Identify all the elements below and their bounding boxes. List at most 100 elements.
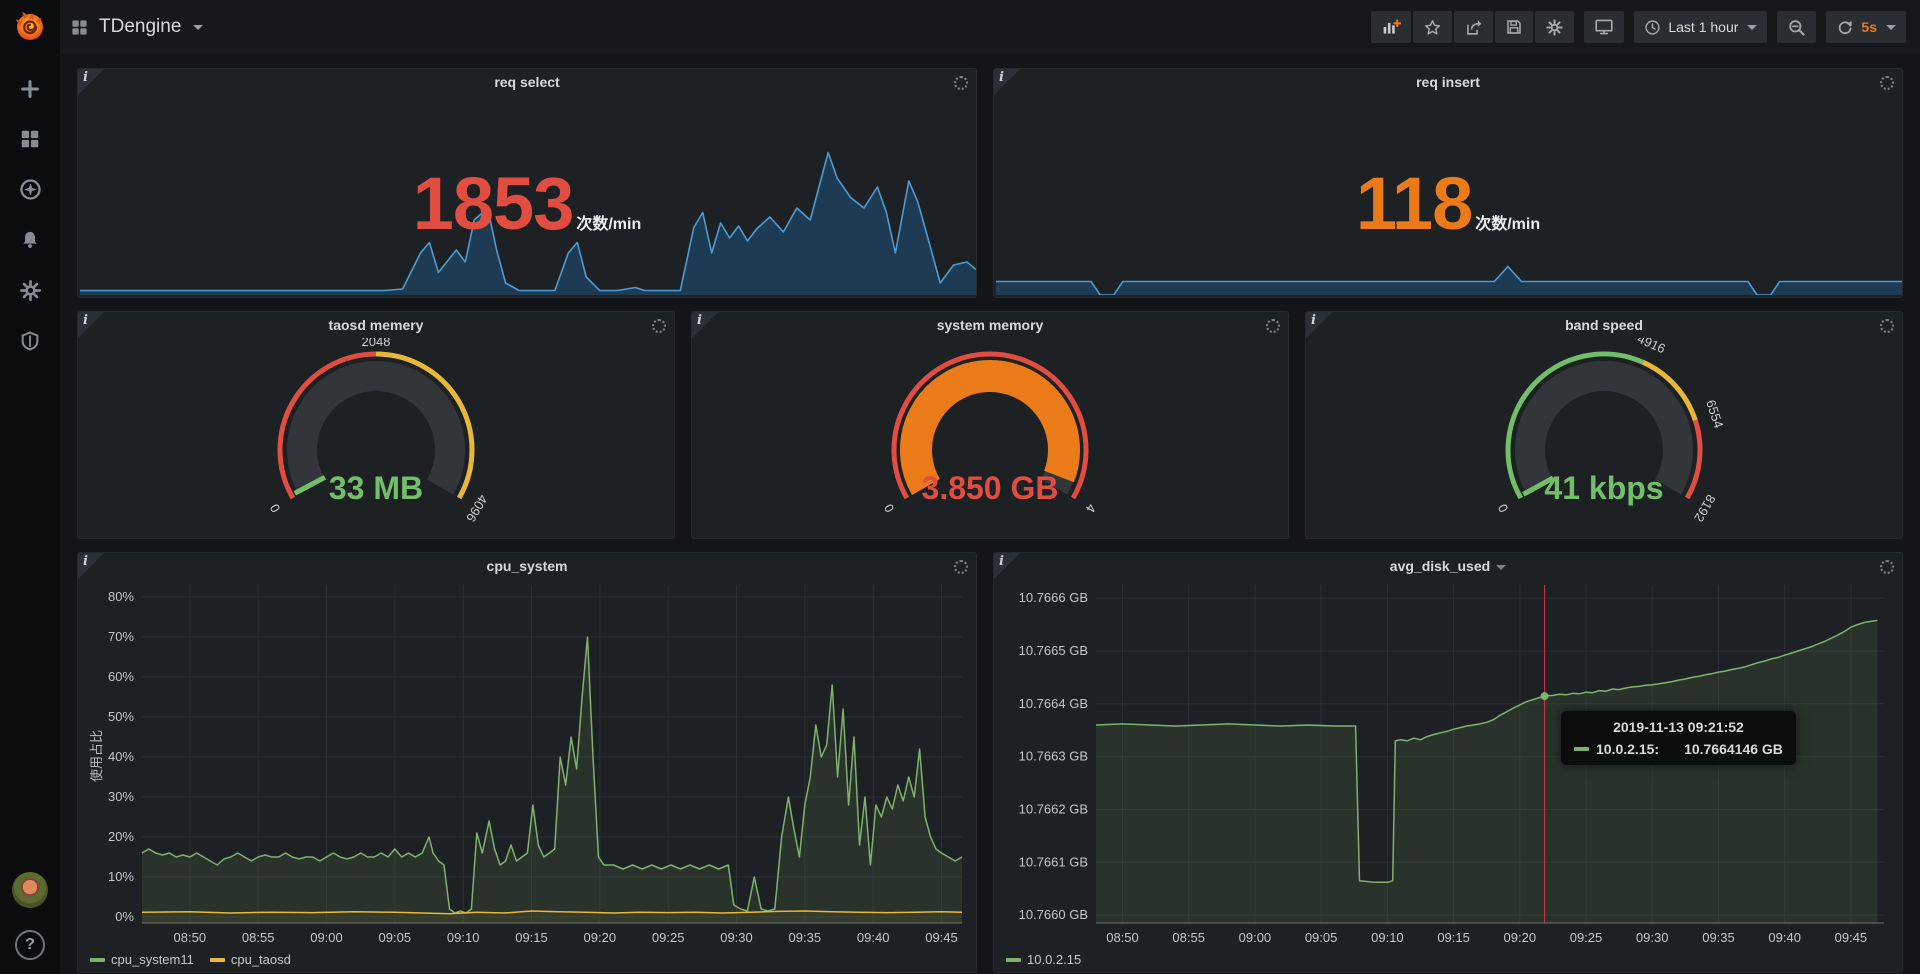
- svg-text:6554: 6554: [1703, 398, 1726, 430]
- info-icon: i: [999, 70, 1004, 85]
- singlestat-value: 118: [1356, 161, 1472, 246]
- caret-down-icon: [1886, 25, 1896, 30]
- shield-icon: [19, 330, 41, 352]
- svg-text:40%: 40%: [108, 749, 134, 764]
- sidebar-item-create[interactable]: [19, 78, 41, 100]
- dashboard-grid: i req select 1853 次数/min i req insert 11…: [60, 54, 1920, 974]
- star-dashboard-button[interactable]: [1413, 11, 1452, 43]
- panel-info-corner[interactable]: i: [1306, 312, 1332, 338]
- svg-text:09:35: 09:35: [789, 930, 822, 945]
- panel-loading-spinner: [1880, 560, 1894, 574]
- svg-text:10.7662 GB: 10.7662 GB: [1019, 802, 1088, 817]
- panel-title[interactable]: cpu_system: [78, 553, 976, 579]
- add-panel-icon: [1381, 18, 1401, 36]
- panel-title[interactable]: req select: [78, 69, 976, 95]
- panel-title[interactable]: band speed: [1306, 312, 1902, 338]
- svg-text:09:05: 09:05: [379, 930, 412, 945]
- svg-text:09:40: 09:40: [857, 930, 890, 945]
- caret-down-icon: [1496, 565, 1506, 570]
- dashboard-title-button[interactable]: TDengine: [70, 16, 203, 38]
- sidebar-item-alerting[interactable]: [19, 229, 41, 251]
- sidebar-bottom: ?: [12, 872, 48, 960]
- sidebar-item-server-admin[interactable]: [19, 330, 41, 352]
- grafana-app: ? TDengine: [0, 0, 1920, 974]
- info-icon: i: [83, 313, 88, 328]
- svg-text:0%: 0%: [115, 909, 134, 924]
- gauge-value: 3.850 GB: [692, 470, 1288, 507]
- sidebar-item-dashboards[interactable]: [19, 128, 41, 150]
- graph-tooltip: 2019-11-13 09:21:52 10.0.2.15: 10.766414…: [1561, 711, 1796, 765]
- info-icon: i: [83, 70, 88, 85]
- panel-title[interactable]: system memory: [692, 312, 1288, 338]
- grafana-logo[interactable]: [0, 0, 60, 54]
- panel-info-corner[interactable]: i: [78, 553, 104, 579]
- zoom-out-icon: [1787, 18, 1806, 37]
- svg-text:09:15: 09:15: [1437, 930, 1470, 945]
- info-icon: i: [999, 554, 1004, 569]
- cycle-view-mode-button[interactable]: [1584, 11, 1624, 43]
- chart-area: 08:5008:5509:0009:0509:1009:1509:2009:25…: [80, 579, 976, 952]
- svg-text:09:10: 09:10: [1371, 930, 1404, 945]
- svg-text:80%: 80%: [108, 589, 134, 604]
- panel-title[interactable]: req insert: [994, 69, 1902, 95]
- share-dashboard-button[interactable]: [1454, 11, 1493, 43]
- tooltip-series-row: 10.0.2.15: 10.7664146 GB: [1574, 741, 1783, 757]
- sidebar-item-configuration[interactable]: [19, 279, 42, 302]
- panel-info-corner[interactable]: i: [994, 553, 1020, 579]
- svg-text:4916: 4916: [1635, 338, 1668, 356]
- add-panel-button[interactable]: [1371, 11, 1411, 43]
- sidebar-item-explore[interactable]: [19, 178, 42, 201]
- series-color-swatch: [1574, 747, 1589, 751]
- svg-text:08:55: 08:55: [1172, 930, 1205, 945]
- svg-text:09:45: 09:45: [925, 930, 958, 945]
- gauge-value: 33 MB: [78, 470, 674, 507]
- svg-text:2048: 2048: [362, 338, 391, 349]
- svg-text:10.7660 GB: 10.7660 GB: [1019, 907, 1088, 922]
- singlestat-value-row: 1853 次数/min: [78, 161, 976, 246]
- legend-item[interactable]: cpu_taosd: [210, 952, 291, 967]
- panel-info-corner[interactable]: i: [692, 312, 718, 338]
- gear-icon: [19, 279, 42, 302]
- svg-text:10.7664 GB: 10.7664 GB: [1019, 696, 1088, 711]
- gear-icon: [1545, 18, 1564, 37]
- legend-item[interactable]: 10.0.2.15: [1006, 952, 1081, 967]
- svg-text:10.7666 GB: 10.7666 GB: [1019, 590, 1088, 605]
- panel-loading-spinner: [1880, 319, 1894, 333]
- zoom-out-time-button[interactable]: [1777, 11, 1816, 43]
- panel-info-corner[interactable]: i: [994, 69, 1020, 95]
- panel-action-group: [1371, 11, 1574, 43]
- refresh-interval-label: 5s: [1861, 19, 1877, 35]
- panel-info-corner[interactable]: i: [78, 312, 104, 338]
- sidebar-menu: [19, 78, 42, 352]
- panel-title[interactable]: taosd memery: [78, 312, 674, 338]
- svg-text:09:25: 09:25: [1570, 930, 1603, 945]
- svg-text:09:05: 09:05: [1305, 930, 1338, 945]
- panel-avg-disk-used: i avg_disk_used 08:5008:5509:0009:0509:1…: [993, 552, 1903, 973]
- svg-text:09:10: 09:10: [447, 930, 480, 945]
- row-singlestats: i req select 1853 次数/min i req insert 11…: [77, 68, 1903, 298]
- dashboard-grid-icon: [70, 18, 89, 37]
- bell-icon: [19, 229, 41, 251]
- series-name: cpu_system11: [111, 952, 194, 967]
- panel-title[interactable]: avg_disk_used: [994, 553, 1902, 579]
- refresh-picker[interactable]: 5s: [1826, 11, 1906, 43]
- svg-text:09:20: 09:20: [584, 930, 617, 945]
- dashboard-settings-button[interactable]: [1535, 11, 1574, 43]
- time-range-picker[interactable]: Last 1 hour: [1634, 11, 1767, 43]
- gauge-value: 41 kbps: [1306, 470, 1902, 507]
- panel-loading-spinner: [1266, 319, 1280, 333]
- user-avatar[interactable]: [12, 872, 48, 908]
- question-mark-icon: ?: [25, 936, 35, 953]
- help-button[interactable]: ?: [15, 930, 45, 960]
- save-dashboard-button[interactable]: [1495, 11, 1533, 43]
- sidebar: ?: [0, 0, 60, 974]
- legend-item[interactable]: cpu_system11: [90, 952, 194, 967]
- main-area: TDengine: [60, 0, 1920, 974]
- svg-text:09:30: 09:30: [1636, 930, 1669, 945]
- singlestat-unit: 次数/min: [1475, 210, 1540, 234]
- time-series-chart[interactable]: 08:5008:5509:0009:0509:1009:1509:2009:25…: [80, 579, 976, 947]
- panel-info-corner[interactable]: i: [78, 69, 104, 95]
- panel-taosd-memory: i taosd memery 020484096 33 MB: [77, 311, 675, 539]
- svg-text:10%: 10%: [108, 869, 134, 884]
- navbar: TDengine: [60, 0, 1920, 54]
